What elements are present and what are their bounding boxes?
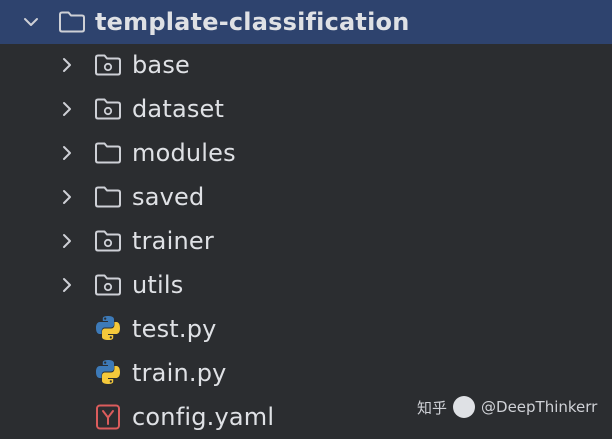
package-folder-icon xyxy=(93,272,123,298)
tree-item-dataset[interactable]: dataset xyxy=(0,87,612,131)
tree-item-saved[interactable]: saved xyxy=(0,175,612,219)
python-file-icon xyxy=(93,315,123,341)
python-file-icon xyxy=(93,359,123,385)
tree-item-label: test.py xyxy=(132,315,217,343)
chevron-down-icon[interactable] xyxy=(21,12,41,32)
tree-item-base[interactable]: base xyxy=(0,43,612,87)
tree-item-label: modules xyxy=(132,139,236,167)
project-tree: template-classification base dataset mod… xyxy=(0,0,612,437)
watermark-avatar-icon xyxy=(453,396,476,418)
chevron-right-icon[interactable] xyxy=(57,231,77,251)
tree-root-label: template-classification xyxy=(95,8,410,36)
chevron-right-icon[interactable] xyxy=(57,143,77,163)
package-folder-icon xyxy=(93,96,123,122)
tree-item-label: trainer xyxy=(132,227,214,255)
tree-item-modules[interactable]: modules xyxy=(0,131,612,175)
tree-item-train-py[interactable]: train.py xyxy=(0,351,612,395)
tree-item-label: train.py xyxy=(132,359,227,387)
watermark-handle-text: @DeepThinkerr xyxy=(481,398,598,416)
watermark: 知乎 @DeepThinkerr xyxy=(417,394,597,420)
tree-item-label: saved xyxy=(132,183,205,211)
chevron-right-icon[interactable] xyxy=(57,99,77,119)
tree-item-test-py[interactable]: test.py xyxy=(0,307,612,351)
tree-item-label: config.yaml xyxy=(132,403,275,431)
tree-item-label: base xyxy=(132,51,191,79)
chevron-right-icon[interactable] xyxy=(57,55,77,75)
tree-root-row[interactable]: template-classification xyxy=(0,0,612,44)
folder-icon xyxy=(93,140,123,166)
folder-icon xyxy=(57,9,87,35)
yaml-file-icon xyxy=(93,404,123,430)
chevron-right-icon[interactable] xyxy=(57,275,77,295)
chevron-right-icon[interactable] xyxy=(57,187,77,207)
tree-item-trainer[interactable]: trainer xyxy=(0,219,612,263)
watermark-handle: @DeepThinkerr xyxy=(481,398,597,416)
tree-item-label: dataset xyxy=(132,95,225,123)
package-folder-icon xyxy=(93,52,123,78)
tree-item-label: utils xyxy=(132,271,184,299)
package-folder-icon xyxy=(93,228,123,254)
folder-icon xyxy=(93,184,123,210)
tree-item-utils[interactable]: utils xyxy=(0,263,612,307)
watermark-site: 知乎 xyxy=(417,398,448,417)
